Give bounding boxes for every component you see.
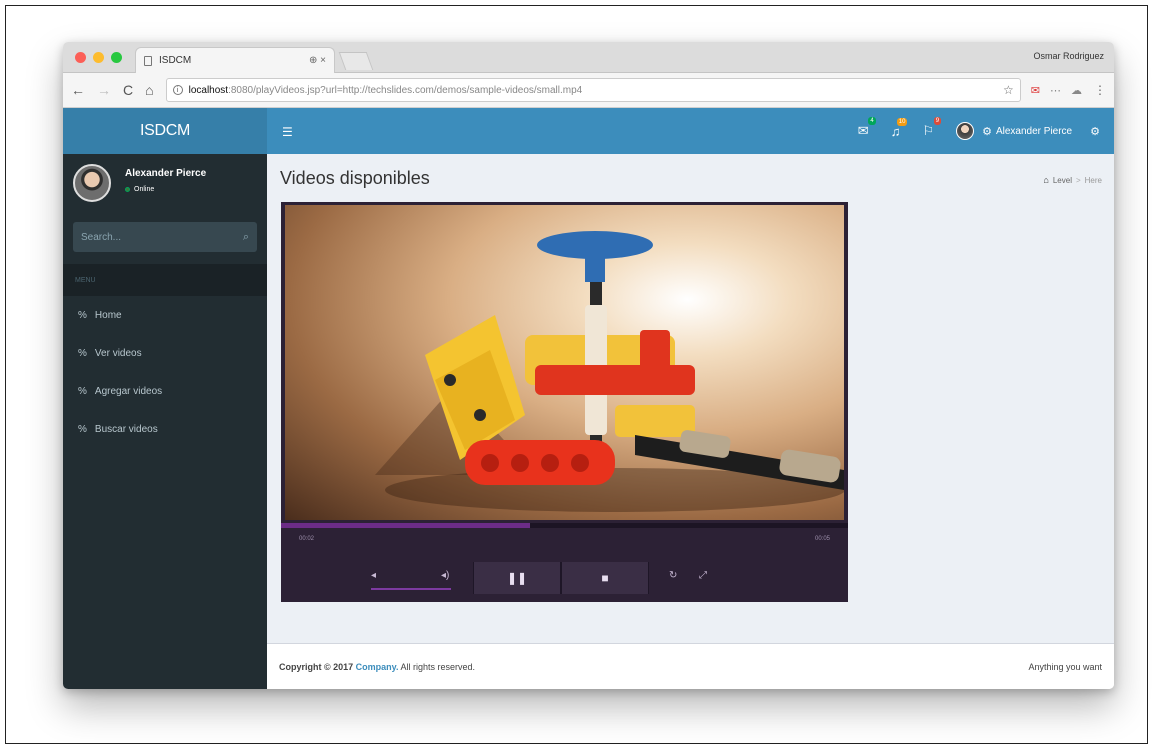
navbar-user-name[interactable]: Alexander Pierce	[996, 126, 1072, 137]
profile-name[interactable]: Osmar Rodriguez	[1033, 51, 1104, 61]
volume-high-icon[interactable]: ◂)	[441, 570, 449, 581]
breadcrumb-level[interactable]: Level	[1053, 176, 1072, 185]
sidebar-item-label: Buscar videos	[94, 423, 158, 435]
page-title: Videos disponibles	[280, 168, 430, 188]
screenshot-frame: ISDCM ⊕ × Osmar Rodriguez ← → C ⌂ i loca…	[5, 5, 1148, 744]
menu-header: MENU	[63, 264, 267, 296]
pause-button[interactable]: ❚❚	[473, 562, 561, 594]
messages-envelope-icon[interactable]: ✉ 4	[858, 117, 876, 139]
sidebar-item-label: Home	[94, 309, 122, 321]
browser-menu-icon[interactable]: ⋮	[1094, 83, 1106, 97]
online-dot-icon	[125, 187, 130, 192]
tab-title: ISDCM	[159, 55, 192, 66]
bookmark-star-icon[interactable]: ☆	[1003, 83, 1014, 97]
volume-fill	[371, 588, 451, 590]
video-still-image	[375, 231, 844, 512]
fullscreen-icon[interactable]: ⤢	[699, 570, 707, 581]
sidebar-item-home[interactable]: % Home	[63, 296, 267, 334]
footer-right-text: Anything you want	[1028, 661, 1102, 672]
document-icon	[144, 55, 152, 66]
app-logo[interactable]: ISDCM	[63, 108, 267, 154]
user-name: Alexander Pierce	[125, 168, 207, 179]
video-frame[interactable]	[285, 205, 844, 520]
main-sidebar: Alexander Pierce Online ⌕ MENU % Home	[63, 154, 267, 689]
video-player: 00:02 00:05 ◂ ◂) ❚❚ ■ ↻ ⤢	[281, 202, 848, 602]
admin-app: ISDCM ☰ ✉ 4 ♫ 10 ⚐ 9 ⚙ Alexander Pierce …	[63, 108, 1114, 689]
user-panel: Alexander Pierce Online	[73, 164, 257, 208]
user-status: Online	[125, 186, 154, 193]
stop-button[interactable]: ■	[561, 562, 649, 594]
sidebar-item-label: Ver videos	[94, 347, 142, 359]
footer-copyright: Copyright © 2017 Company. All rights res…	[279, 662, 475, 672]
browser-window: ISDCM ⊕ × Osmar Rodriguez ← → C ⌂ i loca…	[63, 42, 1114, 689]
tasks-badge: 9	[933, 117, 942, 125]
cloud-extension-icon[interactable]: ☁	[1071, 84, 1082, 97]
forward-icon[interactable]: →	[97, 83, 111, 97]
reload-icon[interactable]: C	[123, 83, 133, 97]
breadcrumb: ⌂ Level > Here	[1043, 175, 1102, 185]
top-navbar: ISDCM ☰ ✉ 4 ♫ 10 ⚐ 9 ⚙ Alexander Pierce …	[63, 108, 1114, 154]
copyright-prefix: Copyright © 2017	[279, 661, 354, 672]
gmail-extension-icon[interactable]: ✉	[1031, 84, 1040, 97]
maximize-window-button[interactable]	[111, 52, 122, 63]
browser-toolbar: ← → C ⌂ i localhost :8080/playVideos.jsp…	[63, 73, 1114, 108]
sidebar-item-buscar-videos[interactable]: % Buscar videos	[63, 410, 267, 448]
sidebar-search-input[interactable]	[81, 231, 243, 243]
minimize-window-button[interactable]	[93, 52, 104, 63]
link-icon: %	[78, 347, 87, 359]
messages-badge: 4	[868, 117, 876, 125]
gears-icon: ⚙	[982, 125, 992, 138]
notifications-badge: 10	[896, 117, 908, 126]
extension-icon[interactable]: ⋯	[1050, 84, 1061, 97]
user-avatar	[73, 164, 111, 202]
url-host: localhost	[188, 84, 229, 96]
navbar-avatar[interactable]	[956, 122, 975, 140]
notifications-bell-icon[interactable]: ♫ 10	[891, 117, 908, 139]
navbar-right: ✉ 4 ♫ 10 ⚐ 9 ⚙ Alexander Pierce ⚙	[858, 108, 1104, 154]
home-icon[interactable]: ⌂	[145, 83, 153, 97]
volume-slider[interactable]	[371, 588, 451, 590]
sidebar-menu: % Home % Ver videos % Agregar videos % B…	[63, 296, 267, 448]
link-icon: %	[78, 385, 87, 397]
sidebar-item-agregar-videos[interactable]: % Agregar videos	[63, 372, 267, 410]
sidebar-item-label: Agregar videos	[94, 385, 163, 397]
tab-strip: ISDCM ⊕ × Osmar Rodriguez	[63, 42, 1114, 73]
link-icon: %	[78, 309, 87, 321]
content-wrapper: Videos disponibles ⌂ Level > Here 00:02 …	[267, 154, 1114, 643]
footer-rights: All rights reserved.	[400, 661, 476, 672]
control-sidebar-gears-icon[interactable]: ⚙	[1090, 125, 1100, 138]
player-controls: ◂ ◂) ❚❚ ■ ↻ ⤢	[281, 558, 848, 598]
main-footer: Copyright © 2017 Company. All rights res…	[267, 643, 1114, 689]
new-tab-button[interactable]	[338, 52, 374, 70]
current-time: 00:02	[299, 536, 315, 542]
url-path: :8080/playVideos.jsp?url=http://techslid…	[228, 84, 583, 96]
repeat-icon[interactable]: ↻	[669, 570, 677, 581]
video-progress-bar[interactable]	[281, 523, 848, 528]
search-icon[interactable]: ⌕	[243, 231, 249, 244]
back-icon[interactable]: ←	[71, 83, 85, 97]
address-bar[interactable]: i localhost :8080/playVideos.jsp?url=htt…	[165, 78, 1021, 102]
tab-close-icon[interactable]: ⊕ ×	[309, 55, 326, 66]
dashboard-icon: ⌂	[1043, 175, 1049, 185]
sidebar-item-ver-videos[interactable]: % Ver videos	[63, 334, 267, 372]
browser-tab[interactable]: ISDCM ⊕ ×	[135, 47, 335, 73]
duration-time: 00:05	[814, 536, 830, 542]
breadcrumb-here: Here	[1084, 175, 1102, 185]
user-status-label: Online	[134, 186, 155, 193]
tasks-flag-icon[interactable]: ⚐ 9	[922, 117, 942, 139]
info-icon[interactable]: i	[172, 85, 183, 95]
company-link[interactable]: Company.	[356, 662, 399, 672]
volume-low-icon[interactable]: ◂	[371, 570, 376, 581]
sidebar-toggle-icon[interactable]: ☰	[282, 125, 293, 139]
close-window-button[interactable]	[75, 52, 86, 63]
video-progress-fill	[281, 523, 531, 528]
link-icon: %	[78, 423, 87, 435]
sidebar-search: ⌕	[73, 222, 257, 252]
